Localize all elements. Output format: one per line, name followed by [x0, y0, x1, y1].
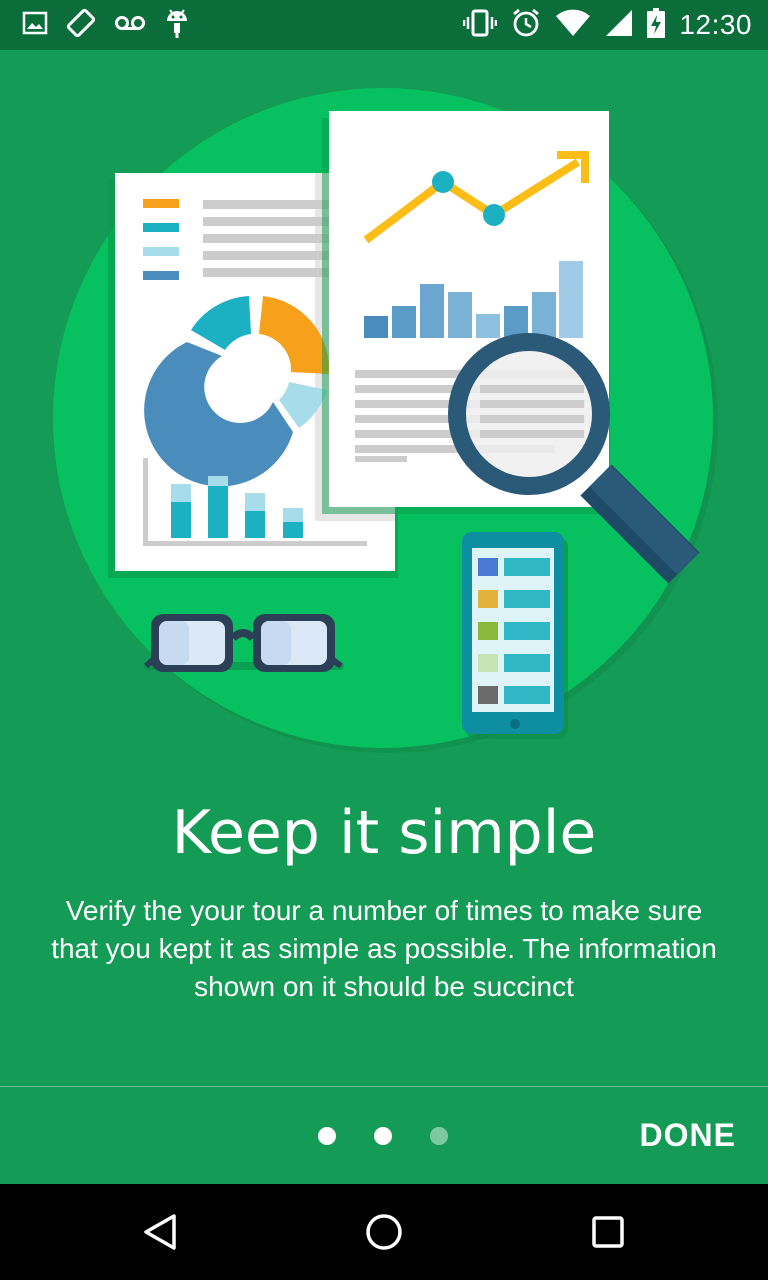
- android-debug-icon: [164, 7, 190, 44]
- intro-slide[interactable]: Keep it simple Verify the your tour a nu…: [0, 50, 768, 1086]
- recents-icon[interactable]: [586, 1210, 630, 1254]
- page-dot-3[interactable]: [430, 1127, 448, 1145]
- alarm-icon: [511, 8, 541, 43]
- vibrate-icon: [463, 9, 498, 42]
- page-dot-2[interactable]: [374, 1127, 392, 1145]
- back-icon[interactable]: [138, 1210, 182, 1254]
- wifi-icon: [555, 9, 591, 42]
- screen-rotation-icon: [66, 8, 96, 43]
- slide-description: Verify the your tour a number of times t…: [51, 895, 717, 1002]
- status-time: 12:30: [679, 9, 752, 40]
- navigation-bar: [0, 1184, 768, 1280]
- voicemail-icon: [114, 13, 146, 38]
- page-indicator: [318, 1127, 448, 1145]
- battery-charging-icon: [647, 7, 666, 43]
- status-right-icons: 12:30: [463, 7, 752, 43]
- done-button[interactable]: DONE: [640, 1117, 736, 1154]
- reports-charts-illustration: [53, 88, 718, 753]
- pager-bar: DONE: [0, 1087, 768, 1184]
- cell-signal-icon: [605, 9, 633, 42]
- status-bar: 12:30: [0, 0, 768, 50]
- status-left-icons: [22, 8, 190, 42]
- phone-icon: [462, 532, 568, 739]
- page-dot-1[interactable]: [318, 1127, 336, 1145]
- slide-title: Keep it simple: [171, 798, 597, 868]
- home-icon[interactable]: [362, 1210, 406, 1254]
- image-icon: [22, 10, 48, 41]
